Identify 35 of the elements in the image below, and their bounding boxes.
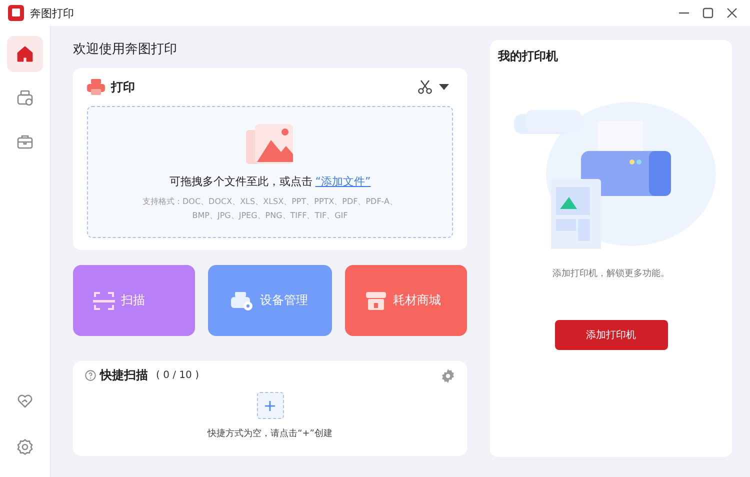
close-icon[interactable] xyxy=(726,7,738,19)
heart-icon xyxy=(16,392,34,410)
help-icon[interactable] xyxy=(85,370,96,381)
maximize-icon[interactable] xyxy=(702,7,714,19)
toolbox-icon xyxy=(16,133,34,151)
add-shortcut-button[interactable]: + xyxy=(256,392,284,419)
printer-gear-icon xyxy=(16,89,34,107)
scan-icon xyxy=(93,290,115,310)
drop-zone[interactable]: 可拖拽多个文件至此，或点击 “添加文件” 支持格式：DOC、DOCX、XLS、XLSX、PPT、PPTX、PDF、PDF-A、 BMP、JPG、JPEG、PNG、TIFF、TIF、GIF xyxy=(87,106,453,238)
page-heading: 欢迎使用奔图打印 xyxy=(73,41,178,59)
shortcut-count: ( 0 / 10 ) xyxy=(156,370,199,381)
feature-tile[interactable]: 扫描 xyxy=(73,265,195,336)
feature-tile[interactable]: 设备管理 xyxy=(208,265,332,336)
feature-tile[interactable]: 耗材商城 xyxy=(345,265,467,336)
add-printer-button[interactable]: 添加打印机 xyxy=(554,320,668,350)
empty-hint: 快捷方式为空，请点击“+”创建 xyxy=(208,428,332,440)
app-logo-icon xyxy=(8,5,24,21)
printer-icon xyxy=(87,79,105,95)
scissors-icon[interactable] xyxy=(417,79,433,95)
caret-icon[interactable] xyxy=(439,84,449,90)
printer-gear-icon xyxy=(230,290,254,310)
drop-hint: 可拖拽多个文件至此，或点击 xyxy=(169,174,312,189)
card-title: 快捷扫描 xyxy=(100,367,148,384)
storefront-icon xyxy=(365,290,387,310)
settings-icon[interactable] xyxy=(441,368,455,382)
card-title: 我的打印机 xyxy=(498,48,558,65)
home-icon xyxy=(16,45,34,63)
settings-icon xyxy=(16,438,34,456)
card-title: 打印 xyxy=(111,78,135,96)
window-title: 奔图打印 xyxy=(30,6,74,20)
add-file-link[interactable]: “添加文件” xyxy=(315,174,371,189)
empty-message: 添加打印机，解锁更多功能。 xyxy=(552,268,670,280)
supported-formats: 支持格式：DOC、DOCX、XLS、XLSX、PPT、PPTX、PDF、PDF-A、 xyxy=(142,196,398,208)
supported-formats: BMP、JPG、JPEG、PNG、TIFF、TIF、GIF xyxy=(192,210,348,222)
sidebar-item[interactable] xyxy=(7,36,43,72)
